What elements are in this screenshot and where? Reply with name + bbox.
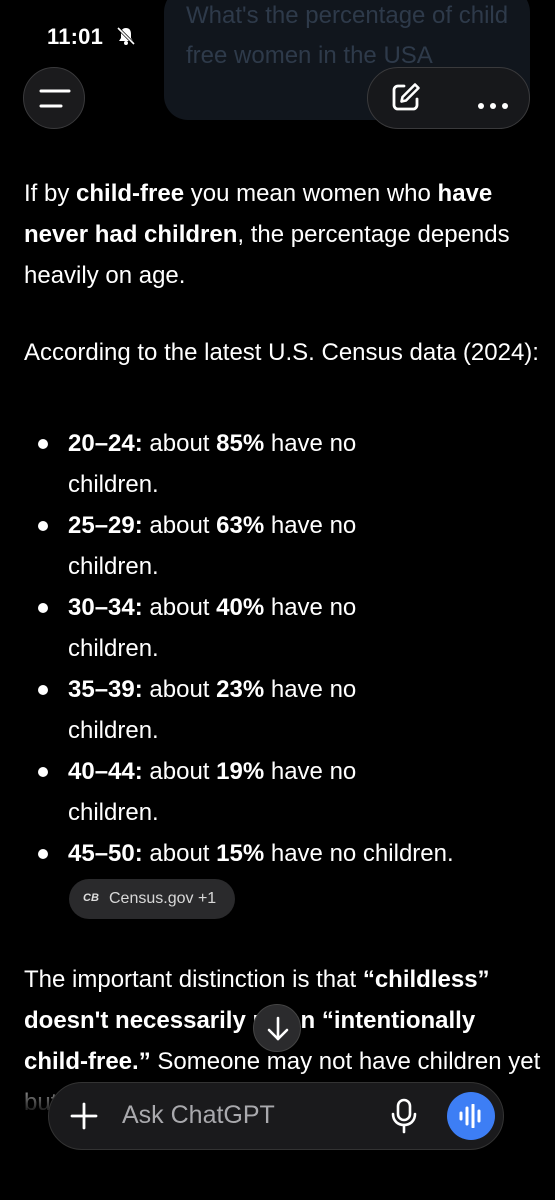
age-statistics-list: 20–24: about 85% have no children. 25–29…	[24, 423, 544, 874]
silent-bell-icon	[116, 26, 136, 46]
waveform-icon	[459, 1104, 481, 1128]
answer-paragraph-1: If by child-free you mean women who have…	[24, 180, 510, 289]
list-item: 25–29: about 63% have no children.	[24, 505, 368, 587]
source-label: Census.gov +1	[109, 890, 217, 907]
menu-icon	[39, 89, 71, 108]
census-logo-icon: CB	[83, 892, 99, 904]
source-citation-chip[interactable]: CB Census.gov +1	[69, 879, 235, 919]
list-item: 20–24: about 85% have no children.	[24, 423, 368, 505]
message-input[interactable]: Ask ChatGPT	[122, 1101, 275, 1130]
list-item: 30–34: about 40% have no children.	[24, 587, 368, 669]
status-time: 11:01	[47, 24, 104, 49]
list-item: 40–44: about 19% have no children.	[24, 751, 368, 833]
microphone-icon[interactable]	[389, 1098, 419, 1134]
voice-mode-button[interactable]	[447, 1092, 495, 1140]
more-icon[interactable]	[478, 96, 514, 114]
scroll-to-bottom-button[interactable]	[253, 1004, 301, 1052]
new-chat-icon[interactable]	[390, 81, 422, 113]
list-item: 35–39: about 23% have no children.	[24, 669, 368, 751]
header-actions	[367, 67, 530, 129]
menu-button[interactable]	[23, 67, 85, 129]
list-item: 45–50: about 15% have no children.	[24, 833, 544, 874]
composer-bar[interactable]: Ask ChatGPT	[48, 1082, 504, 1150]
plus-icon[interactable]	[69, 1101, 99, 1131]
answer-paragraph-2: According to the latest U.S. Census data…	[24, 339, 539, 366]
user-message-text: What's the percentage of child free wome…	[186, 2, 509, 69]
arrow-down-icon	[267, 1016, 289, 1041]
